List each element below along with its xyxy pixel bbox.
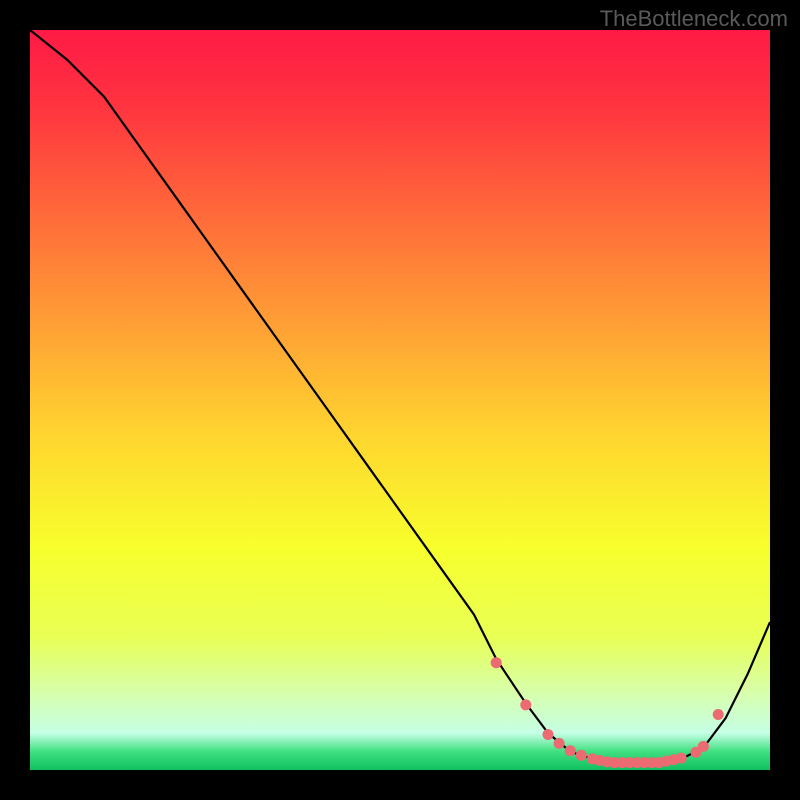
highlight-marker (554, 738, 565, 749)
gradient-background (30, 30, 770, 770)
highlight-marker (713, 709, 724, 720)
highlight-marker (543, 729, 554, 740)
chart-svg (30, 30, 770, 770)
highlight-marker (576, 750, 587, 761)
watermark-text: TheBottleneck.com (600, 6, 788, 32)
highlight-marker (520, 699, 531, 710)
highlight-marker (491, 657, 502, 668)
chart-plot-area (30, 30, 770, 770)
highlight-marker (676, 753, 687, 764)
highlight-marker (565, 745, 576, 756)
highlight-marker (698, 741, 709, 752)
